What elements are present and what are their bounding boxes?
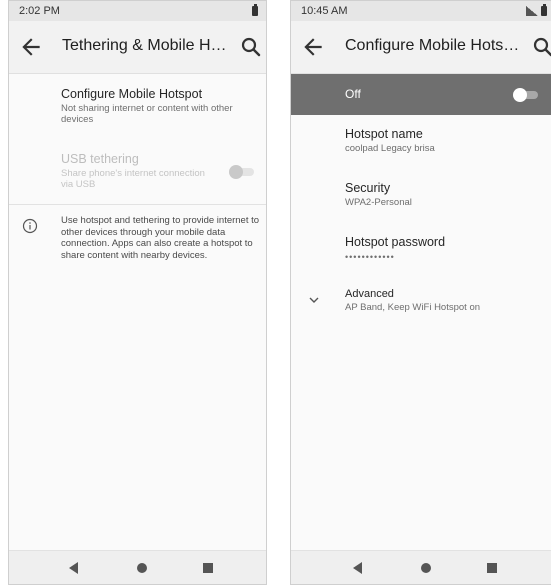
signal-icon (526, 6, 538, 16)
nav-home-icon[interactable] (137, 563, 147, 573)
page-title: Tethering & Mobile Hotspot (62, 37, 232, 54)
nav-recents-icon[interactable] (487, 563, 497, 573)
advanced-summary: AP Band, Keep WiFi Hotspot on (345, 302, 481, 313)
arrow-back-icon[interactable] (300, 34, 326, 60)
configure-hotspot-screen: 10:45 AM Configure Mobile Hotspot Off Ho… (290, 0, 551, 585)
status-bar: 10:45 AM (291, 1, 551, 21)
status-time: 10:45 AM (301, 5, 348, 17)
battery-icon (252, 4, 258, 16)
usb-tethering-summary: Share phone's internet connection via US… (61, 168, 205, 190)
usb-tethering-title: USB tethering (61, 152, 139, 166)
search-icon[interactable] (239, 35, 263, 59)
hotspot-master-switch-bar[interactable]: Off (291, 74, 551, 115)
configure-hotspot-item[interactable]: Configure Mobile Hotspot Not sharing int… (9, 81, 266, 141)
divider (9, 204, 266, 205)
usb-tethering-item[interactable]: USB tethering Share phone's internet con… (9, 147, 266, 203)
nav-back-icon[interactable] (353, 562, 362, 574)
hotspot-name-item[interactable]: Hotspot name coolpad Legacy brisa (345, 127, 543, 154)
security-title: Security (345, 181, 391, 195)
tethering-screen: 2:02 PM Tethering & Mobile Hotspot Confi… (8, 0, 267, 585)
advanced-item[interactable]: Advanced AP Band, Keep WiFi Hotspot on (345, 288, 543, 313)
search-icon[interactable] (531, 35, 551, 59)
status-bar: 2:02 PM (9, 1, 266, 21)
configure-hotspot-title: Configure Mobile Hotspot (61, 87, 203, 101)
hotspot-info-text: Use hotspot and tethering to provide int… (61, 215, 260, 261)
nav-back-icon[interactable] (69, 562, 78, 574)
page-title: Configure Mobile Hotspot (345, 37, 525, 54)
chevron-down-icon[interactable] (307, 293, 321, 307)
hotspot-password-value: •••••••••••• (345, 252, 395, 262)
hotspot-master-toggle[interactable] (513, 88, 539, 102)
advanced-title: Advanced (345, 288, 394, 300)
app-bar: Configure Mobile Hotspot (291, 21, 551, 74)
security-item[interactable]: Security WPA2-Personal (345, 181, 543, 208)
security-value: WPA2-Personal (345, 197, 412, 208)
nav-recents-icon[interactable] (203, 563, 213, 573)
hotspot-password-item[interactable]: Hotspot password •••••••••••• (345, 235, 543, 262)
nav-home-icon[interactable] (421, 563, 431, 573)
hotspot-password-title: Hotspot password (345, 235, 446, 249)
navigation-bar (291, 550, 551, 584)
configure-hotspot-summary: Not sharing internet or content with oth… (61, 103, 233, 125)
battery-icon (541, 4, 547, 16)
master-switch-label: Off (345, 87, 361, 101)
hotspot-name-title: Hotspot name (345, 127, 423, 141)
status-time: 2:02 PM (19, 5, 60, 17)
usb-tethering-toggle[interactable] (229, 165, 255, 179)
toggle-knob (513, 88, 527, 102)
navigation-bar (9, 550, 266, 584)
hotspot-name-value: coolpad Legacy brisa (345, 143, 435, 154)
info-icon (22, 218, 38, 234)
app-bar: Tethering & Mobile Hotspot (9, 21, 266, 74)
arrow-back-icon[interactable] (18, 34, 44, 60)
toggle-knob (229, 165, 243, 179)
